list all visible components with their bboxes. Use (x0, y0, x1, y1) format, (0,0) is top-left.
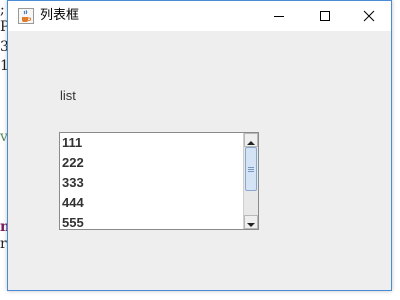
background-text-fragment: ; (0, 2, 5, 18)
close-button[interactable] (346, 1, 392, 31)
list-item[interactable]: 222 (60, 153, 243, 173)
window-title: 列表框 (40, 8, 80, 23)
vertical-scrollbar[interactable] (243, 133, 258, 229)
thumb-grip (248, 167, 254, 168)
minimize-icon (273, 7, 285, 26)
scroll-down-button[interactable] (244, 215, 258, 229)
background-text-fragment: r (0, 236, 7, 252)
arrow-down-icon (247, 213, 255, 230)
thumb-grip (248, 169, 254, 170)
scroll-thumb[interactable] (245, 147, 257, 191)
client-area: list 111 222 333 444 555 (8, 31, 391, 290)
scroll-up-button[interactable] (244, 133, 258, 147)
close-icon (363, 7, 375, 26)
list-item[interactable]: 555 (60, 213, 243, 229)
java-cup-icon (18, 8, 34, 24)
list-items-container: 111 222 333 444 555 (60, 133, 243, 229)
maximize-button[interactable] (302, 1, 348, 31)
list-label: list (60, 88, 76, 103)
title-bar[interactable]: 列表框 (8, 1, 391, 31)
app-window: 列表框 list 111 222 333 444 555 (7, 0, 392, 291)
minimize-button[interactable] (256, 1, 302, 31)
list-item[interactable]: 333 (60, 173, 243, 193)
list-box[interactable]: 111 222 333 444 555 (59, 132, 259, 230)
list-item[interactable]: 444 (60, 193, 243, 213)
list-item[interactable]: 111 (60, 133, 243, 153)
maximize-icon (319, 7, 331, 26)
thumb-grip (248, 171, 254, 172)
